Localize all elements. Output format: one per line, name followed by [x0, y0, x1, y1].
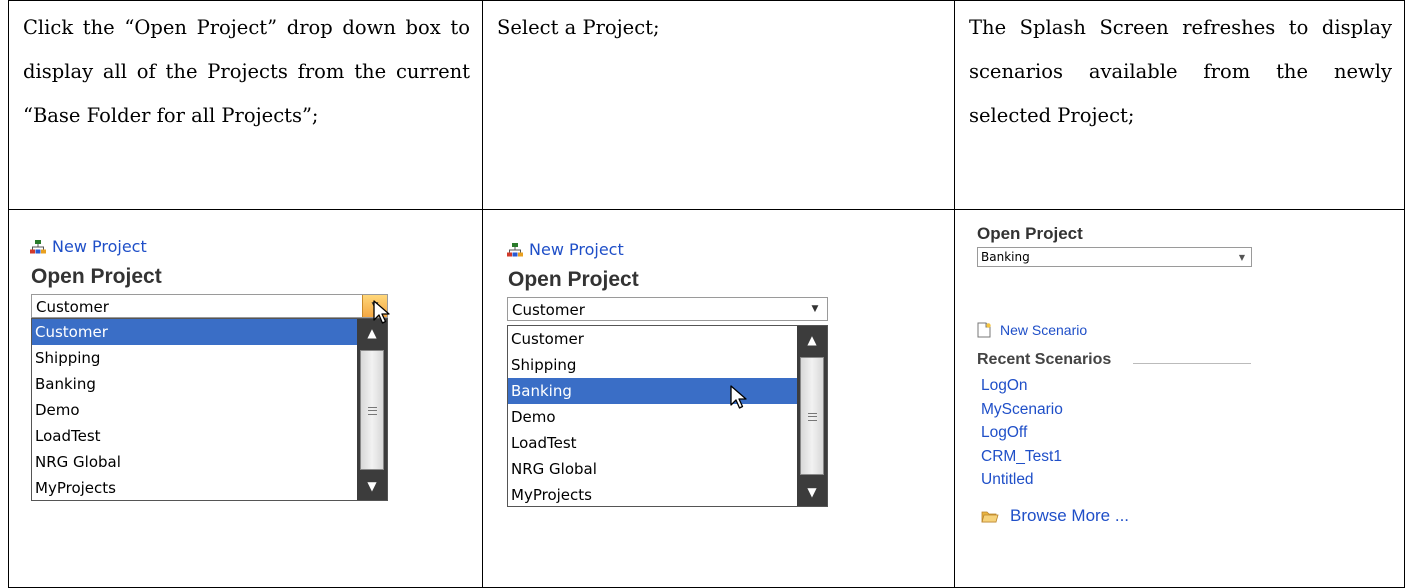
step3-cell: The Splash Screen refreshes to display s… [954, 0, 1405, 210]
panel-splash-refreshed: Open Project Banking ▼ New Scenario Rece… [955, 210, 1404, 586]
open-project-combo[interactable]: Customer ▼ [507, 297, 828, 321]
new-project-label: New Project [529, 240, 624, 259]
list-item-selected[interactable]: Banking [508, 378, 797, 404]
scroll-down-arrow-icon[interactable]: ▼ [797, 478, 827, 506]
list-item[interactable]: LoadTest [508, 430, 797, 456]
list-item-selected[interactable]: Customer [32, 319, 357, 345]
folder-icon [981, 511, 999, 523]
new-project-link[interactable]: New Project [30, 237, 147, 256]
list-item[interactable]: Shipping [32, 345, 357, 371]
list-item[interactable]: LoadTest [32, 423, 357, 449]
instruction-table: Click the “Open Project” drop down box t… [8, 0, 1405, 588]
list-item[interactable]: NRG Global [508, 456, 797, 482]
recent-scenario-link[interactable]: MyScenario [981, 398, 1063, 422]
open-project-title: Open Project [977, 224, 1083, 243]
screenshot-cell-2: New Project Open Project Customer ▼ Cust… [482, 209, 955, 588]
project-list-items: Customer Shipping Banking Demo LoadTest … [508, 326, 797, 508]
browse-more-link[interactable]: Browse More ... [981, 506, 1129, 526]
list-item[interactable]: Customer [508, 326, 797, 352]
scrollbar[interactable]: ▲ ▼ [797, 326, 827, 506]
list-item[interactable]: MyProjects [32, 475, 357, 501]
step1-text: Click the “Open Project” drop down box t… [23, 16, 470, 127]
recent-scenarios-title: Recent Scenarios [977, 351, 1112, 368]
recent-divider [1133, 363, 1251, 364]
recent-scenario-link[interactable]: LogOff [981, 421, 1063, 445]
open-project-title: Open Project [508, 268, 639, 291]
step3-text: The Splash Screen refreshes to display s… [969, 16, 1392, 127]
new-scenario-link[interactable]: New Scenario [977, 322, 1087, 338]
combo-value: Customer [36, 298, 109, 316]
recent-scenario-link[interactable]: CRM_Test1 [981, 445, 1063, 469]
scroll-down-arrow-icon[interactable]: ▼ [357, 472, 387, 500]
panel-select-project: New Project Open Project Customer ▼ Cust… [483, 210, 954, 586]
chevron-down-icon[interactable]: ▼ [1233, 248, 1251, 266]
panel-open-dropdown: New Project Open Project Customer ▼ Cust… [9, 210, 482, 586]
scrollbar[interactable]: ▲ ▼ [357, 319, 387, 500]
list-item[interactable]: Demo [508, 404, 797, 430]
step1-cell: Click the “Open Project” drop down box t… [8, 0, 483, 210]
list-item[interactable]: Banking [32, 371, 357, 397]
project-listbox[interactable]: Customer Shipping Banking Demo LoadTest … [507, 325, 828, 507]
recent-scenario-link[interactable]: Untitled [981, 468, 1063, 492]
step2-cell: Select a Project; [482, 0, 955, 210]
chevron-down-icon[interactable]: ▼ [803, 298, 827, 320]
project-listbox[interactable]: Customer Shipping Banking Demo LoadTest … [31, 318, 388, 501]
list-item[interactable]: MyProjects [508, 482, 797, 508]
list-item[interactable]: NRG Global [32, 449, 357, 475]
new-project-label: New Project [52, 237, 147, 256]
browse-more-label: Browse More ... [1010, 506, 1130, 525]
open-project-combo[interactable]: Banking ▼ [977, 247, 1252, 267]
recent-scenarios-list: LogOn MyScenario LogOff CRM_Test1 Untitl… [981, 374, 1063, 492]
mouse-pointer-icon [730, 385, 747, 409]
open-project-title: Open Project [31, 265, 162, 288]
scroll-thumb[interactable] [800, 357, 824, 475]
combo-value: Banking [981, 250, 1030, 264]
new-scenario-label: New Scenario [1000, 322, 1088, 338]
step2-text: Select a Project; [497, 16, 660, 39]
screenshot-cell-1: New Project Open Project Customer ▼ Cust… [8, 209, 483, 588]
list-item[interactable]: Shipping [508, 352, 797, 378]
combo-value: Customer [512, 301, 585, 319]
grip-icon [808, 413, 817, 421]
open-project-combo[interactable]: Customer ▼ [31, 294, 388, 318]
new-project-link[interactable]: New Project [507, 240, 624, 259]
project-tree-icon [30, 239, 46, 253]
project-list-items: Customer Shipping Banking Demo LoadTest … [32, 319, 357, 501]
list-item[interactable]: Demo [32, 397, 357, 423]
new-document-icon [977, 322, 991, 338]
screenshot-cell-3: Open Project Banking ▼ New Scenario Rece… [954, 209, 1405, 588]
recent-scenario-link[interactable]: LogOn [981, 374, 1063, 398]
mouse-pointer-icon [373, 300, 390, 324]
grip-icon [368, 407, 377, 415]
project-tree-icon [507, 242, 523, 256]
scroll-up-arrow-icon[interactable]: ▲ [797, 326, 827, 354]
scroll-thumb[interactable] [360, 350, 384, 470]
